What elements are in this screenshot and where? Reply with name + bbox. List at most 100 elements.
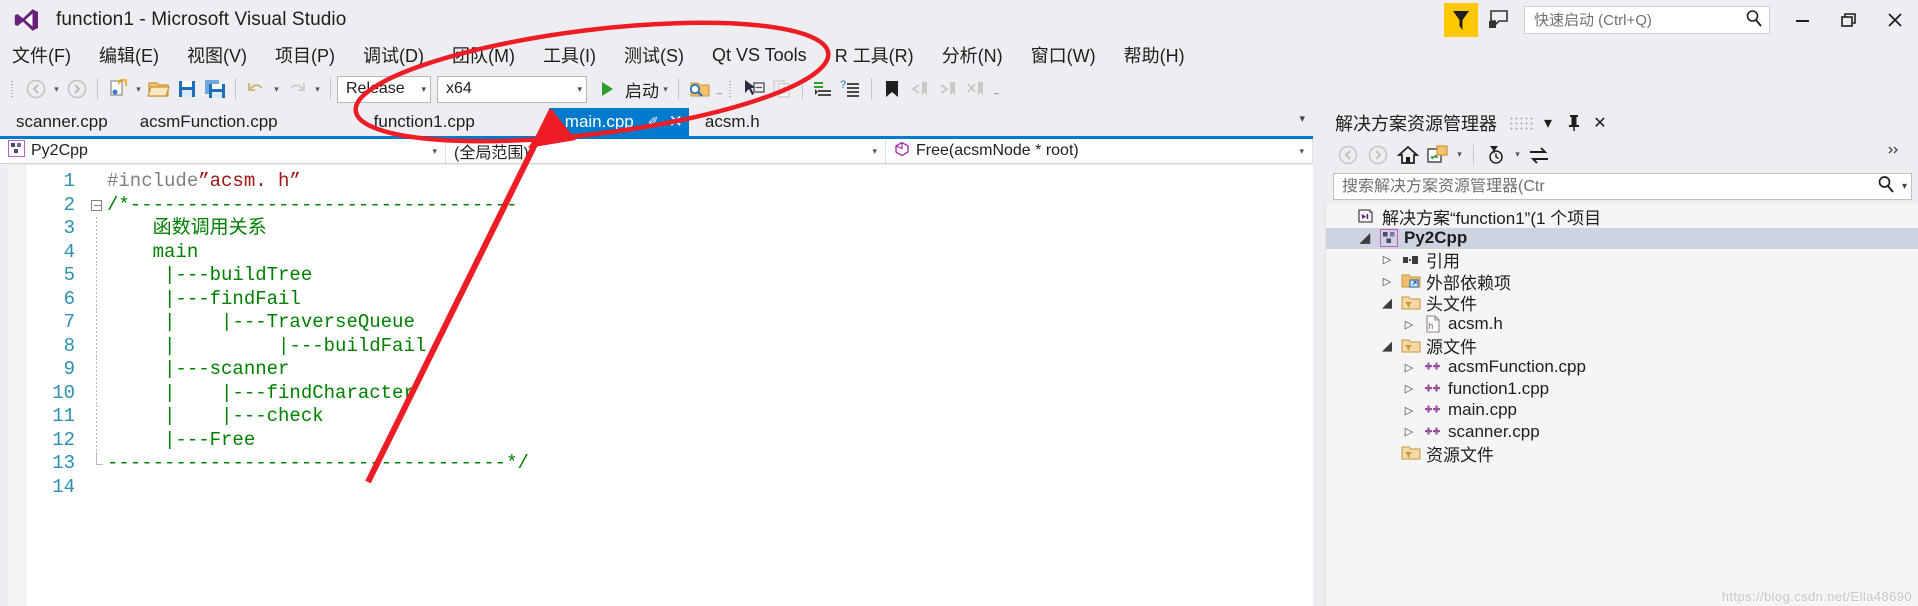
toolbar-overflow-icon[interactable]: [1880, 136, 1910, 164]
collapse-icon[interactable]: [90, 199, 102, 211]
previous-bookmark-icon[interactable]: [906, 75, 934, 103]
tree-item-10[interactable]: scanner.cpp: [1326, 421, 1918, 443]
menu-item-window[interactable]: 窗口(W): [1031, 42, 1096, 68]
code-line[interactable]: 8 | |---buildFail: [27, 334, 1313, 358]
chevron-right-icon[interactable]: [1398, 318, 1420, 331]
chevron-down-icon[interactable]: ▾: [1511, 141, 1524, 169]
next-bookmark-icon[interactable]: [934, 75, 962, 103]
navigate-back-icon[interactable]: [22, 75, 50, 103]
code-line[interactable]: 14: [27, 476, 1313, 500]
pending-changes-filter-icon[interactable]: [1481, 141, 1511, 169]
start-debug-dropdown-icon[interactable]: ▾: [659, 75, 672, 103]
menu-item-team[interactable]: 团队(M): [452, 42, 515, 68]
start-debug-label[interactable]: 启动: [625, 77, 659, 102]
fold-margin[interactable]: [85, 217, 107, 241]
menu-item-analyze[interactable]: 分析(N): [942, 42, 1003, 68]
chevron-down-icon[interactable]: [1376, 338, 1398, 354]
tree-item-3[interactable]: 外部依赖项: [1326, 271, 1918, 293]
chevron-down-icon[interactable]: [1354, 230, 1376, 246]
sync-with-active-document-icon[interactable]: [1423, 141, 1453, 169]
minimize-button[interactable]: [1780, 0, 1826, 40]
pin-icon[interactable]: ✐: [648, 114, 659, 130]
clear-bookmarks-icon[interactable]: [962, 75, 990, 103]
undo-dropdown-icon[interactable]: ▾: [270, 75, 283, 103]
toolbar-grip[interactable]: [8, 79, 18, 99]
menu-item-edit[interactable]: 编辑(E): [99, 42, 159, 68]
chevron-right-icon[interactable]: [1398, 404, 1420, 417]
code-line[interactable]: 3 函数调用关系: [27, 217, 1313, 241]
tree-item-9[interactable]: main.cpp: [1326, 400, 1918, 422]
tree-item-2[interactable]: 引用: [1326, 249, 1918, 271]
code-line[interactable]: 11 | |---check: [27, 405, 1313, 429]
fold-margin[interactable]: [85, 264, 107, 288]
chevron-down-icon[interactable]: ▾: [432, 146, 437, 157]
find-dropdown-icon[interactable]: _: [713, 75, 726, 103]
menu-item-help[interactable]: 帮助(H): [1124, 42, 1185, 68]
tree-item-7[interactable]: acsmFunction.cpp: [1326, 357, 1918, 379]
menu-item-file[interactable]: 文件(F): [12, 42, 71, 68]
chevron-down-icon[interactable]: ▾: [872, 146, 877, 157]
tree-item-0[interactable]: 解决方案“function1”(1 个项目: [1326, 206, 1918, 228]
menu-item-r-tools[interactable]: R 工具(R): [835, 42, 914, 68]
panel-drag-grip[interactable]: [1509, 116, 1535, 130]
find-in-files-icon[interactable]: [685, 75, 713, 103]
panel-menu-icon[interactable]: ▾: [1535, 110, 1561, 136]
fold-margin[interactable]: [85, 334, 107, 358]
fold-margin[interactable]: [85, 311, 107, 335]
back-icon[interactable]: [1333, 141, 1363, 169]
solution-platform-combo[interactable]: x64 ▾: [437, 75, 587, 103]
code-line[interactable]: 13 -----------------------------------*/: [27, 452, 1313, 476]
chevron-down-icon[interactable]: ▾: [1902, 181, 1907, 192]
navigate-forward-icon[interactable]: [63, 75, 91, 103]
fold-margin[interactable]: [85, 194, 107, 218]
fold-margin[interactable]: [85, 358, 107, 382]
pointer-select-icon[interactable]: [740, 75, 768, 103]
quick-launch-box[interactable]: [1524, 6, 1770, 34]
tree-item-5[interactable]: h acsm.h: [1326, 314, 1918, 336]
refresh-icon[interactable]: [1524, 141, 1554, 169]
pin-icon[interactable]: [1561, 110, 1587, 136]
tab-acsmfunction-cpp[interactable]: acsmFunction.cpp: [124, 108, 294, 136]
code-line[interactable]: 9 |---scanner: [27, 358, 1313, 382]
code-line[interactable]: 12 |---Free: [27, 428, 1313, 452]
tab-main-cpp[interactable]: main.cpp ✐ ✕: [548, 108, 689, 136]
undo-icon[interactable]: [242, 75, 270, 103]
quick-launch-input[interactable]: [1534, 11, 1745, 29]
solution-explorer-search-input[interactable]: [1342, 177, 1877, 196]
copy-icon[interactable]: [768, 75, 796, 103]
code-text-area[interactable]: 1 #include ”acsm. h” 2 /*-------------------…: [27, 170, 1313, 606]
bookmark-icon[interactable]: [878, 75, 906, 103]
code-line[interactable]: 6 |---findFail: [27, 287, 1313, 311]
home-icon[interactable]: [1393, 141, 1423, 169]
close-button[interactable]: [1872, 0, 1918, 40]
navbar-project-combo[interactable]: Py2Cpp ▾: [0, 139, 446, 163]
tab-scanner-cpp[interactable]: scanner.cpp: [0, 108, 124, 136]
tree-item-1[interactable]: Py2Cpp: [1326, 227, 1918, 249]
code-line[interactable]: 5 |---buildTree: [27, 264, 1313, 288]
save-icon[interactable]: [173, 75, 201, 103]
fold-margin[interactable]: [85, 287, 107, 311]
menu-item-test[interactable]: 测试(S): [624, 42, 684, 68]
chevron-right-icon[interactable]: [1398, 425, 1420, 438]
navigate-back-dropdown-icon[interactable]: ▾: [50, 75, 63, 103]
solution-explorer-search-box[interactable]: ▾: [1333, 173, 1912, 200]
feedback-icon[interactable]: [1484, 5, 1514, 35]
forward-icon[interactable]: [1363, 141, 1393, 169]
tree-item-8[interactable]: function1.cpp: [1326, 378, 1918, 400]
menu-item-project[interactable]: 项目(P): [275, 42, 335, 68]
redo-icon[interactable]: [283, 75, 311, 103]
play-icon[interactable]: [593, 75, 621, 103]
solution-configuration-combo[interactable]: Release ▾: [337, 75, 431, 103]
toolbar-grip[interactable]: [726, 79, 736, 99]
fold-margin[interactable]: [85, 405, 107, 429]
menu-item-view[interactable]: 视图(V): [187, 42, 247, 68]
tree-item-11[interactable]: 资源文件: [1326, 443, 1918, 465]
menu-item-debug[interactable]: 调试(D): [363, 42, 424, 68]
tab-function1-cpp[interactable]: function1.cpp: [358, 108, 491, 136]
menu-item-qt-vs-tools[interactable]: Qt VS Tools: [712, 45, 807, 66]
navbar-scope-combo[interactable]: (全局范围) ▾: [446, 139, 886, 163]
chevron-down-icon[interactable]: [1376, 295, 1398, 311]
chevron-down-icon[interactable]: ▾: [1453, 141, 1466, 169]
fold-margin[interactable]: [85, 428, 107, 452]
funnel-icon[interactable]: [1444, 3, 1478, 37]
